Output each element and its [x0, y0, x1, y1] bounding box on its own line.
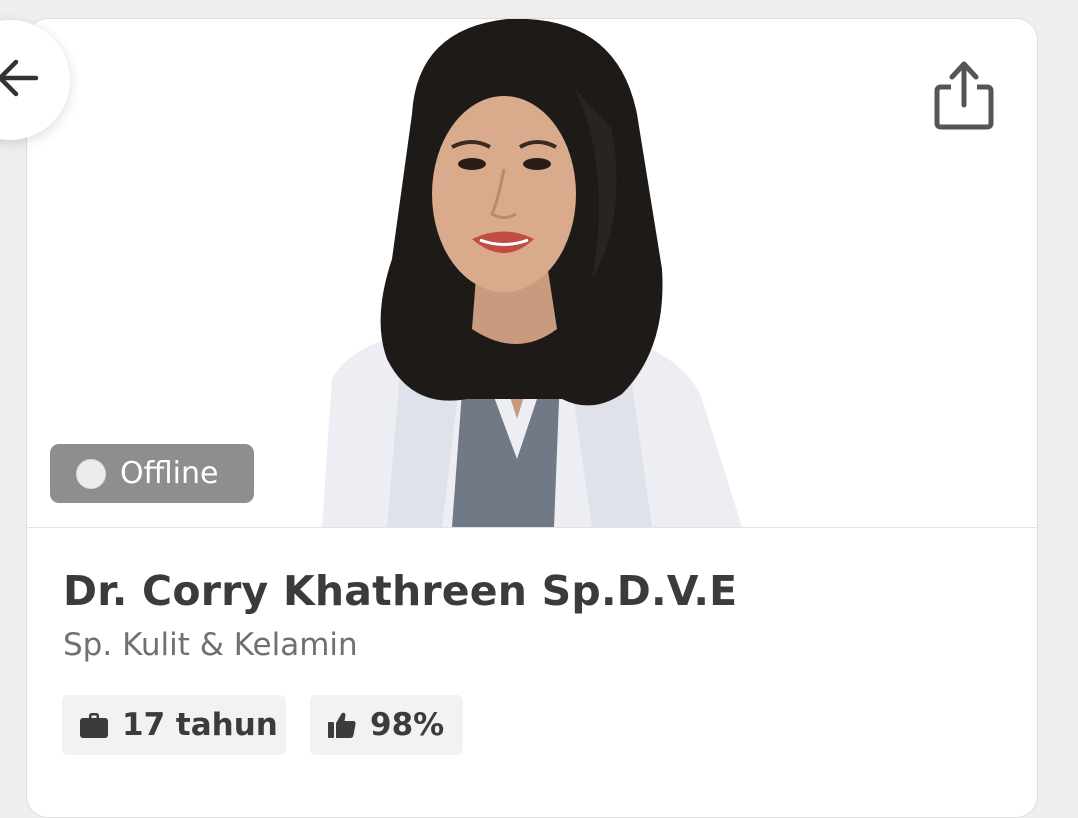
- doctor-specialty: Sp. Kulit & Kelamin: [63, 627, 358, 663]
- share-icon: [934, 61, 994, 130]
- doctor-name: Dr. Corry Khathreen Sp.D.V.E: [63, 567, 738, 615]
- status-label: Offline: [120, 455, 219, 491]
- briefcase-icon: [80, 713, 108, 738]
- status-badge: Offline: [50, 444, 254, 503]
- thumbs-up-icon: [328, 712, 356, 738]
- share-button[interactable]: [931, 57, 997, 133]
- experience-chip: 17 tahun: [62, 695, 286, 755]
- doctor-photo: [322, 19, 742, 527]
- arrow-left-icon: [0, 59, 39, 97]
- profile-photo-area: Offline: [27, 19, 1037, 528]
- rating-chip: 98%: [310, 695, 463, 755]
- status-dot-icon: [76, 458, 106, 489]
- rating-label: 98%: [370, 707, 445, 743]
- doctor-profile-card: Offline Dr. Corry Khathreen Sp.D.V.E Sp.…: [26, 18, 1038, 818]
- experience-label: 17 tahun: [122, 707, 278, 743]
